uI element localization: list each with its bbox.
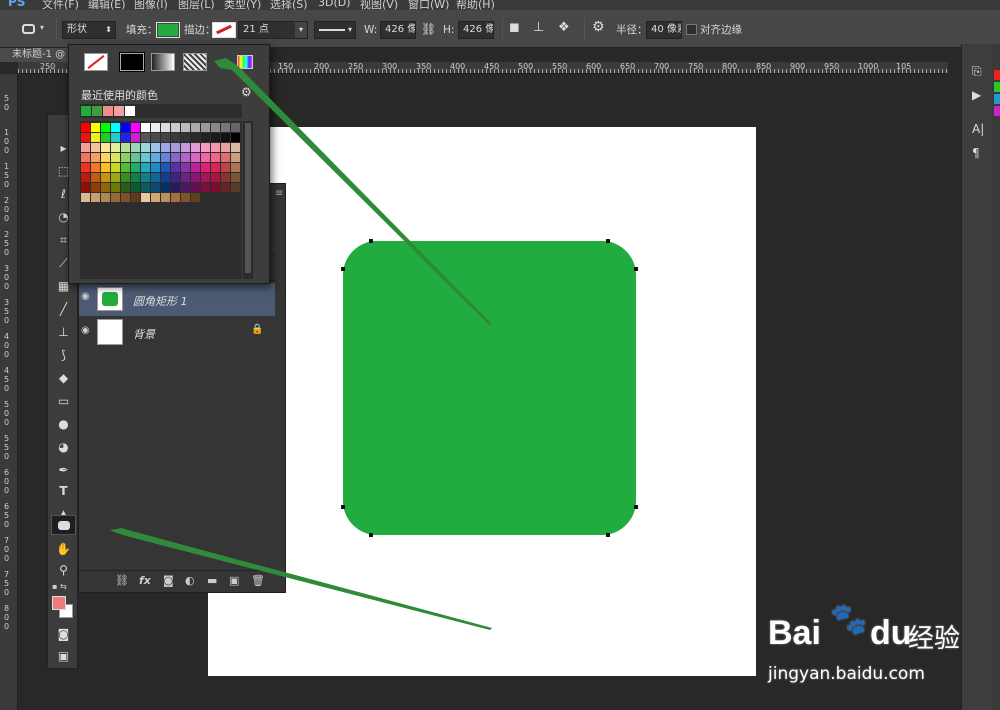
watermark-cn: 经验 [908,624,961,654]
arrow-to-fill [214,58,492,326]
watermark-brand: Bai [768,614,821,652]
paw-icon: 🐾 [830,602,868,637]
arrow-to-tool [110,528,492,630]
watermark-brand-2: du [870,614,912,652]
foreground-color-swatch[interactable] [52,596,66,610]
baidu-watermark: Bai 🐾 du 经验 jingyan.baidu.com [760,600,960,690]
watermark-url: jingyan.baidu.com [768,664,925,684]
